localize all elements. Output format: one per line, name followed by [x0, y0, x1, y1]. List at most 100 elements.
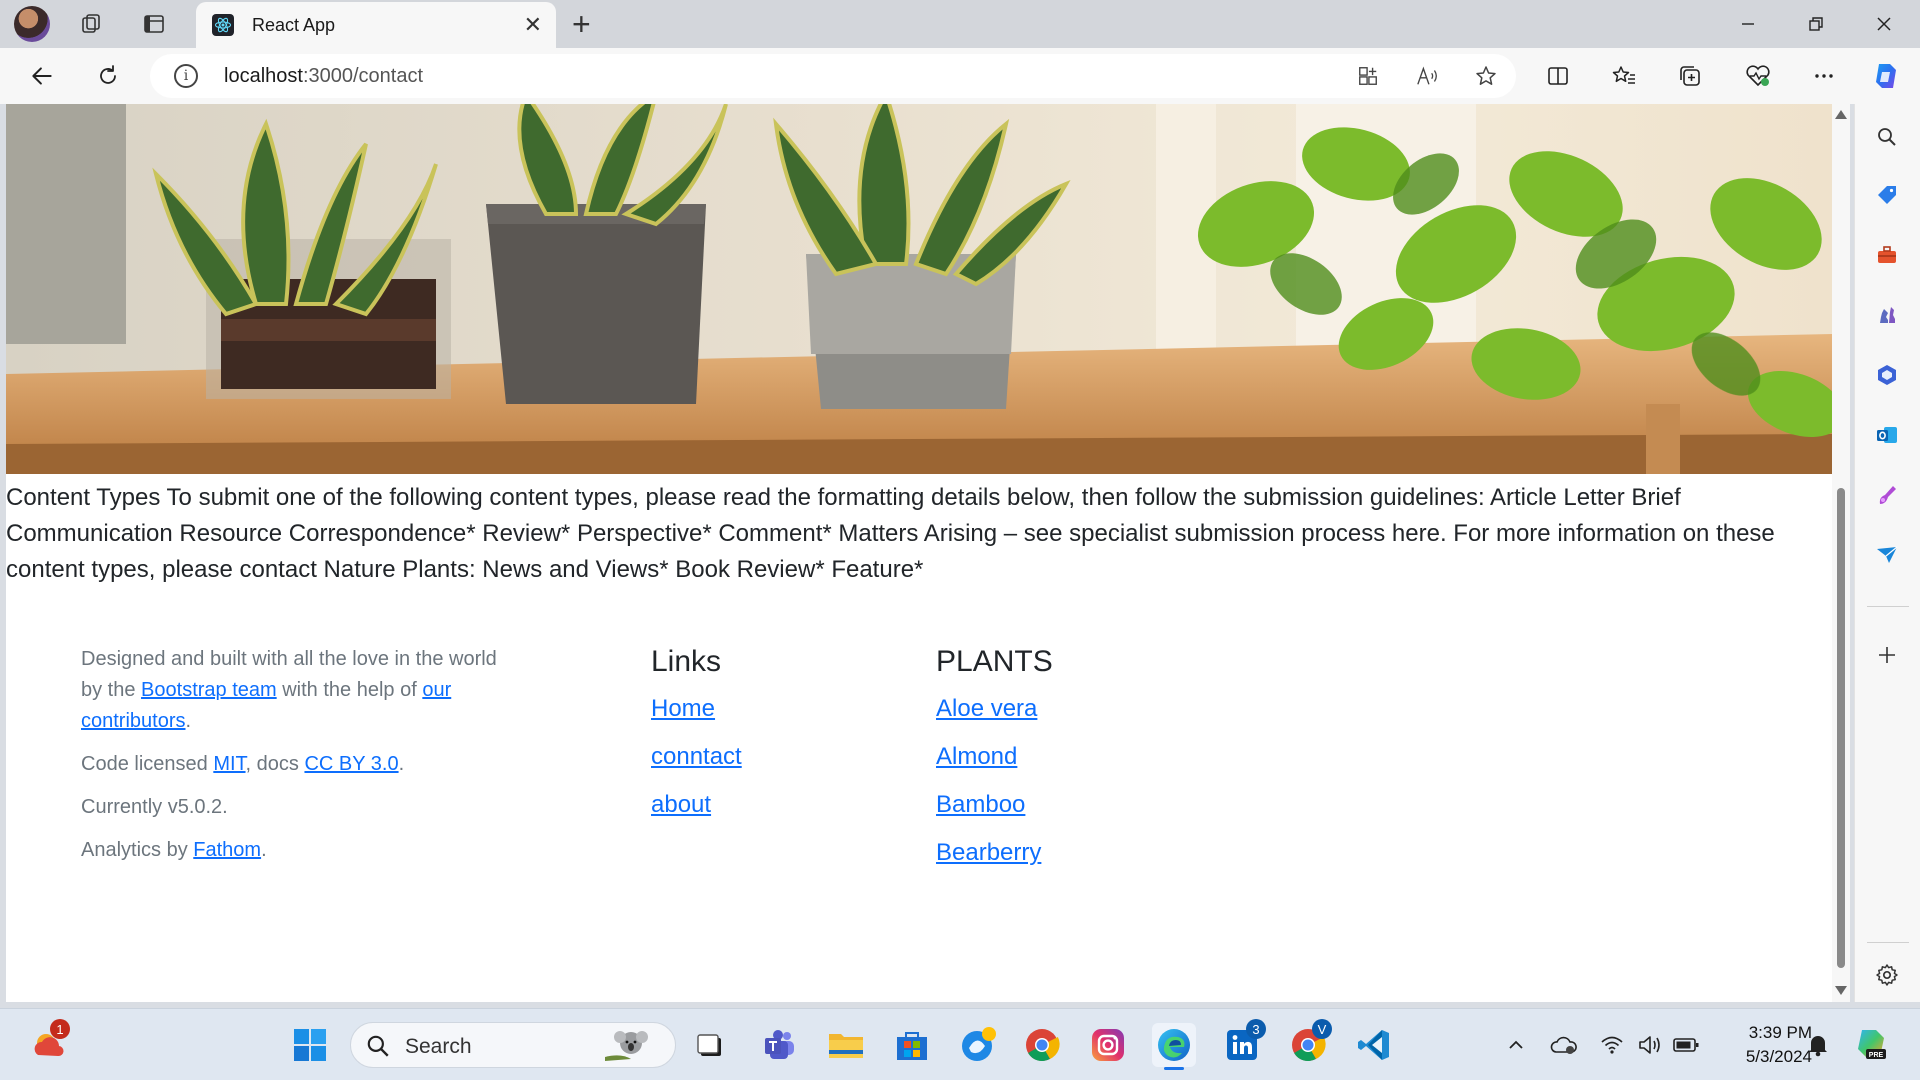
fathom-link[interactable]: Fathom [193, 839, 261, 861]
edge-sidebar [1854, 104, 1920, 1002]
send-icon[interactable] [1872, 540, 1902, 570]
collections-icon[interactable] [1672, 58, 1708, 94]
show-hidden-icons-chevron-icon[interactable] [1494, 1023, 1538, 1067]
react-icon [212, 14, 234, 36]
sidebar-divider [1867, 606, 1909, 607]
footer-link-about[interactable]: about [651, 790, 742, 819]
url-path: :3000/contact [302, 65, 424, 87]
about-text: Analytics by [81, 839, 194, 861]
back-button[interactable] [24, 58, 60, 94]
footer-about: Designed and built with all the love in … [81, 644, 501, 878]
about-analytics: Analytics by Fathom. [81, 835, 501, 866]
chrome-profile-icon[interactable]: V [1286, 1019, 1332, 1067]
about-license: Code licensed MIT, docs CC BY 3.0. [81, 749, 501, 780]
browser-titlebar: React App ✕ + [0, 0, 1920, 48]
weather-badge: 1 [50, 1019, 70, 1039]
favorites-icon[interactable] [1606, 58, 1642, 94]
plant-link-aloe-vera[interactable]: Aloe vera [936, 694, 1053, 723]
about-text: with the help of [276, 679, 423, 701]
onedrive-cloud-icon[interactable] [1542, 1023, 1586, 1067]
active-app-indicator [1164, 1067, 1184, 1070]
plant-link-bearberry[interactable]: Bearberry [936, 838, 1053, 867]
vscode-icon[interactable] [1352, 1023, 1396, 1067]
instagram-icon[interactable] [1086, 1023, 1130, 1067]
page-footer: Designed and built with all the love in … [6, 644, 1832, 944]
hero-plants-image [6, 104, 1832, 474]
about-credits: Designed and built with all the love in … [81, 644, 501, 737]
tab-close-icon[interactable]: ✕ [524, 12, 542, 38]
add-sidebar-app-icon[interactable] [1872, 640, 1902, 670]
file-explorer-icon[interactable] [824, 1023, 868, 1067]
designer-icon[interactable] [1872, 480, 1902, 510]
split-screen-icon[interactable] [1540, 58, 1576, 94]
address-bar[interactable]: i localhost:3000/contact [150, 54, 1516, 98]
sidebar-divider [1867, 942, 1909, 943]
url-host: localhost [224, 65, 303, 87]
copilot-icon[interactable] [1868, 58, 1904, 94]
minimize-button[interactable] [1728, 8, 1768, 40]
workspaces-icon[interactable] [76, 8, 108, 40]
footer-links-column: Links Home conntact about [651, 644, 742, 838]
restore-button[interactable] [1796, 8, 1836, 40]
windows-taskbar: 1 Search 3 V 3:39 PM 5/3/2024 PRE [0, 1008, 1920, 1080]
browser-essentials-icon[interactable] [1740, 58, 1776, 94]
teams-icon[interactable] [758, 1023, 802, 1067]
app-available-icon[interactable] [1350, 58, 1386, 94]
web-page: Content Types To submit one of the follo… [6, 104, 1832, 1002]
scroll-up-arrow[interactable] [1835, 110, 1847, 119]
about-text: . [398, 753, 405, 775]
tools-icon[interactable] [1872, 240, 1902, 270]
tab-title: React App [252, 15, 336, 35]
browser-toolbar: i localhost:3000/contact [0, 48, 1920, 104]
url-text[interactable]: localhost:3000/contact [224, 65, 423, 88]
mit-link[interactable]: MIT [213, 753, 245, 775]
favorite-star-icon[interactable] [1468, 58, 1504, 94]
scroll-down-arrow[interactable] [1835, 986, 1847, 995]
profile-avatar[interactable] [14, 6, 50, 42]
copilot-app-icon[interactable] [956, 1023, 1000, 1067]
about-version: Currently v5.0.2. [81, 796, 228, 818]
plant-link-bamboo[interactable]: Bamboo [936, 790, 1053, 819]
new-tab-button[interactable]: + [572, 6, 591, 43]
footer-link-contact[interactable]: conntact [651, 742, 742, 771]
page-scrollbar[interactable] [1832, 104, 1850, 1002]
copilot-preview-icon[interactable]: PRE [1850, 1023, 1894, 1067]
site-info-icon[interactable]: i [174, 64, 198, 88]
bootstrap-team-link[interactable]: Bootstrap team [141, 679, 277, 701]
more-options-icon[interactable] [1806, 58, 1842, 94]
cc-by-link[interactable]: CC BY 3.0 [304, 753, 398, 775]
chrome-profile-badge: V [1312, 1019, 1332, 1039]
search-placeholder: Search [405, 1035, 472, 1058]
chrome-icon[interactable] [1020, 1023, 1064, 1067]
svg-text:PRE: PRE [1869, 1052, 1884, 1059]
taskbar-search-box[interactable]: Search [350, 1022, 676, 1068]
plant-link-almond[interactable]: Almond [936, 742, 1053, 771]
sidebar-settings-gear-icon[interactable] [1872, 960, 1902, 990]
about-text: . [185, 710, 192, 732]
search-icon[interactable] [1872, 122, 1902, 152]
tab-react-app[interactable]: React App ✕ [196, 2, 556, 48]
start-windows-icon[interactable] [288, 1023, 332, 1067]
microsoft-365-icon[interactable] [1872, 360, 1902, 390]
search-icon [365, 1033, 391, 1064]
edge-browser-icon[interactable] [1152, 1023, 1196, 1070]
games-icon[interactable] [1872, 300, 1902, 330]
links-heading: Links [651, 645, 722, 678]
linkedin-badge: 3 [1246, 1019, 1266, 1039]
battery-icon[interactable] [1664, 1023, 1708, 1067]
footer-link-home[interactable]: Home [651, 694, 742, 723]
read-aloud-icon[interactable] [1410, 58, 1446, 94]
linkedin-icon[interactable]: 3 [1220, 1019, 1266, 1067]
notification-bell-icon[interactable] [1796, 1023, 1840, 1067]
close-window-button[interactable] [1864, 8, 1904, 40]
microsoft-store-icon[interactable] [890, 1023, 934, 1067]
task-view-icon[interactable] [688, 1023, 732, 1067]
weather-widget-icon[interactable]: 1 [26, 1019, 70, 1067]
shopping-tag-icon[interactable] [1872, 180, 1902, 210]
outlook-icon[interactable] [1872, 420, 1902, 450]
scrollbar-thumb[interactable] [1837, 488, 1845, 968]
refresh-button[interactable] [90, 58, 126, 94]
about-text: . [261, 839, 267, 861]
about-text: Code licensed [81, 753, 214, 775]
vertical-tabs-icon[interactable] [138, 8, 170, 40]
